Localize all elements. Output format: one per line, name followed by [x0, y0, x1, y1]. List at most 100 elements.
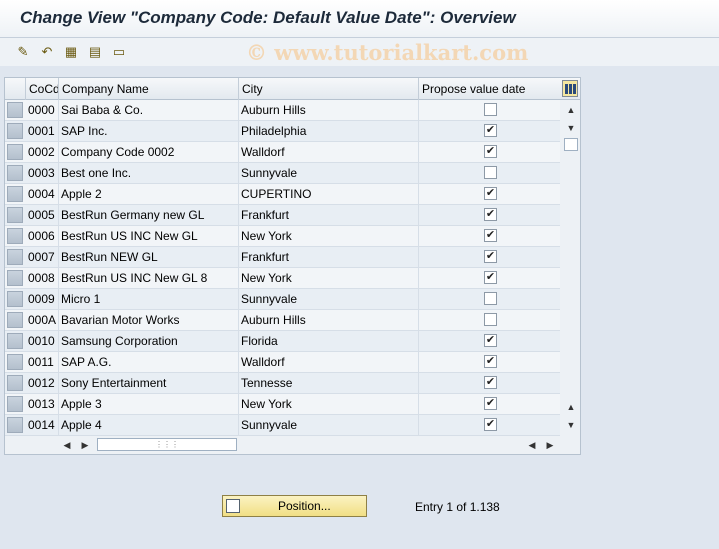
cell-propose-value-date: ✔ — [419, 184, 560, 205]
propose-value-date-checkbox[interactable]: ✔ — [484, 271, 497, 284]
select-all-icon[interactable]: ▦ — [62, 43, 80, 61]
edit-icon[interactable]: ✎ — [14, 43, 32, 61]
cell-propose-value-date: ✔ — [419, 331, 560, 352]
propose-value-date-checkbox[interactable] — [484, 313, 497, 326]
table-row[interactable]: 0000 Sai Baba & Co. Auburn Hills — [5, 100, 560, 121]
cell-company-name: Best one Inc. — [59, 163, 239, 184]
propose-value-date-checkbox[interactable]: ✔ — [484, 397, 497, 410]
cell-cocd: 0001 — [26, 121, 59, 142]
cell-cocd: 0004 — [26, 184, 59, 205]
propose-value-date-checkbox[interactable]: ✔ — [484, 250, 497, 263]
undo-icon[interactable]: ↶ — [38, 43, 56, 61]
row-selector[interactable] — [7, 102, 23, 118]
table-row[interactable]: 0010 Samsung Corporation Florida ✔ — [5, 331, 560, 352]
cell-company-name: Sai Baba & Co. — [59, 100, 239, 121]
column-settings-icon[interactable] — [562, 80, 578, 97]
propose-value-date-checkbox[interactable] — [484, 103, 497, 116]
scroll-far-left-icon[interactable]: ◀ — [526, 439, 538, 451]
table-row[interactable]: 0014 Apple 4 Sunnyvale ✔ — [5, 415, 560, 436]
table-row[interactable]: 0008 BestRun US INC New GL 8 New York ✔ — [5, 268, 560, 289]
cell-company-name: BestRun US INC New GL 8 — [59, 268, 239, 289]
cell-company-name: Bavarian Motor Works — [59, 310, 239, 331]
scroll-right-icon[interactable]: ▶ — [79, 439, 91, 451]
propose-value-date-checkbox[interactable]: ✔ — [484, 208, 497, 221]
table-row[interactable]: 0012 Sony Entertainment Tennesse ✔ — [5, 373, 560, 394]
scroll-page-up-icon[interactable]: ▲ — [565, 401, 577, 413]
row-selector[interactable] — [7, 312, 23, 328]
position-button[interactable]: Position... — [222, 495, 367, 517]
scroll-up-icon[interactable]: ▲ — [565, 104, 577, 116]
table-row[interactable]: 0002 Company Code 0002 Walldorf ✔ — [5, 142, 560, 163]
table-row[interactable]: 0005 BestRun Germany new GL Frankfurt ✔ — [5, 205, 560, 226]
row-selector[interactable] — [7, 417, 23, 433]
cell-cocd: 0007 — [26, 247, 59, 268]
propose-value-date-checkbox[interactable]: ✔ — [484, 229, 497, 242]
table-row[interactable]: 000A Bavarian Motor Works Auburn Hills — [5, 310, 560, 331]
table-row[interactable]: 0003 Best one Inc. Sunnyvale — [5, 163, 560, 184]
row-selector[interactable] — [7, 354, 23, 370]
cell-city: Florida — [239, 331, 419, 352]
vertical-scroll-thumb[interactable] — [564, 138, 578, 151]
cell-company-name: Company Code 0002 — [59, 142, 239, 163]
cell-company-name: Apple 2 — [59, 184, 239, 205]
cell-company-name: BestRun US INC New GL — [59, 226, 239, 247]
propose-value-date-checkbox[interactable] — [484, 166, 497, 179]
position-icon — [226, 499, 240, 513]
column-header-propose-value-date[interactable]: Propose value date — [419, 78, 560, 100]
row-selector[interactable] — [7, 396, 23, 412]
row-selector[interactable] — [7, 249, 23, 265]
cell-city: Auburn Hills — [239, 100, 419, 121]
column-header-cocd[interactable]: CoCd — [26, 78, 59, 100]
table-row[interactable]: 0009 Micro 1 Sunnyvale — [5, 289, 560, 310]
entry-counter: Entry 1 of 1.138 — [415, 500, 500, 514]
column-header-company-name[interactable]: Company Name — [59, 78, 239, 100]
propose-value-date-checkbox[interactable]: ✔ — [484, 187, 497, 200]
header-select-all[interactable] — [5, 78, 26, 100]
vertical-scrollbar[interactable]: ▲ ▼ ▲ ▼ — [562, 100, 580, 435]
table-row[interactable]: 0007 BestRun NEW GL Frankfurt ✔ — [5, 247, 560, 268]
detail-icon[interactable]: ▭ — [110, 43, 128, 61]
scroll-left-icon[interactable]: ◀ — [61, 439, 73, 451]
table-row[interactable]: 0011 SAP A.G. Walldorf ✔ — [5, 352, 560, 373]
row-selector[interactable] — [7, 270, 23, 286]
cell-city: Frankfurt — [239, 247, 419, 268]
row-selector[interactable] — [7, 165, 23, 181]
horizontal-scroll-thumb[interactable]: ⋮⋮⋮ — [97, 438, 237, 451]
row-selector[interactable] — [7, 291, 23, 307]
cell-company-name: Apple 4 — [59, 415, 239, 436]
cell-city: New York — [239, 226, 419, 247]
propose-value-date-checkbox[interactable]: ✔ — [484, 145, 497, 158]
column-header-city[interactable]: City — [239, 78, 419, 100]
propose-value-date-checkbox[interactable]: ✔ — [484, 355, 497, 368]
propose-value-date-checkbox[interactable]: ✔ — [484, 376, 497, 389]
table-row[interactable]: 0013 Apple 3 New York ✔ — [5, 394, 560, 415]
deselect-all-icon[interactable]: ▤ — [86, 43, 104, 61]
table-row[interactable]: 0004 Apple 2 CUPERTINO ✔ — [5, 184, 560, 205]
cell-city: Sunnyvale — [239, 163, 419, 184]
cell-cocd: 0008 — [26, 268, 59, 289]
cell-cocd: 0010 — [26, 331, 59, 352]
propose-value-date-checkbox[interactable]: ✔ — [484, 124, 497, 137]
row-selector[interactable] — [7, 333, 23, 349]
propose-value-date-checkbox[interactable]: ✔ — [484, 418, 497, 431]
table-row[interactable]: 0006 BestRun US INC New GL New York ✔ — [5, 226, 560, 247]
row-selector[interactable] — [7, 375, 23, 391]
propose-value-date-checkbox[interactable] — [484, 292, 497, 305]
cell-propose-value-date — [419, 100, 560, 121]
propose-value-date-checkbox[interactable]: ✔ — [484, 334, 497, 347]
scroll-page-down-icon[interactable]: ▼ — [565, 419, 577, 431]
row-selector[interactable] — [7, 144, 23, 160]
row-selector[interactable] — [7, 123, 23, 139]
row-selector[interactable] — [7, 207, 23, 223]
cell-propose-value-date: ✔ — [419, 352, 560, 373]
table-body: 0000 Sai Baba & Co. Auburn Hills 0001 SAP In… — [5, 100, 560, 436]
horizontal-scrollbar[interactable]: ◀ ▶ ⋮⋮⋮ ◀ ▶ — [5, 435, 580, 455]
row-selector[interactable] — [7, 228, 23, 244]
scroll-far-right-icon[interactable]: ▶ — [544, 439, 556, 451]
row-selector[interactable] — [7, 186, 23, 202]
table-row[interactable]: 0001 SAP Inc. Philadelphia ✔ — [5, 121, 560, 142]
cell-company-name: Samsung Corporation — [59, 331, 239, 352]
scroll-down-icon[interactable]: ▼ — [565, 122, 577, 134]
cell-cocd: 0000 — [26, 100, 59, 121]
cell-cocd: 0006 — [26, 226, 59, 247]
